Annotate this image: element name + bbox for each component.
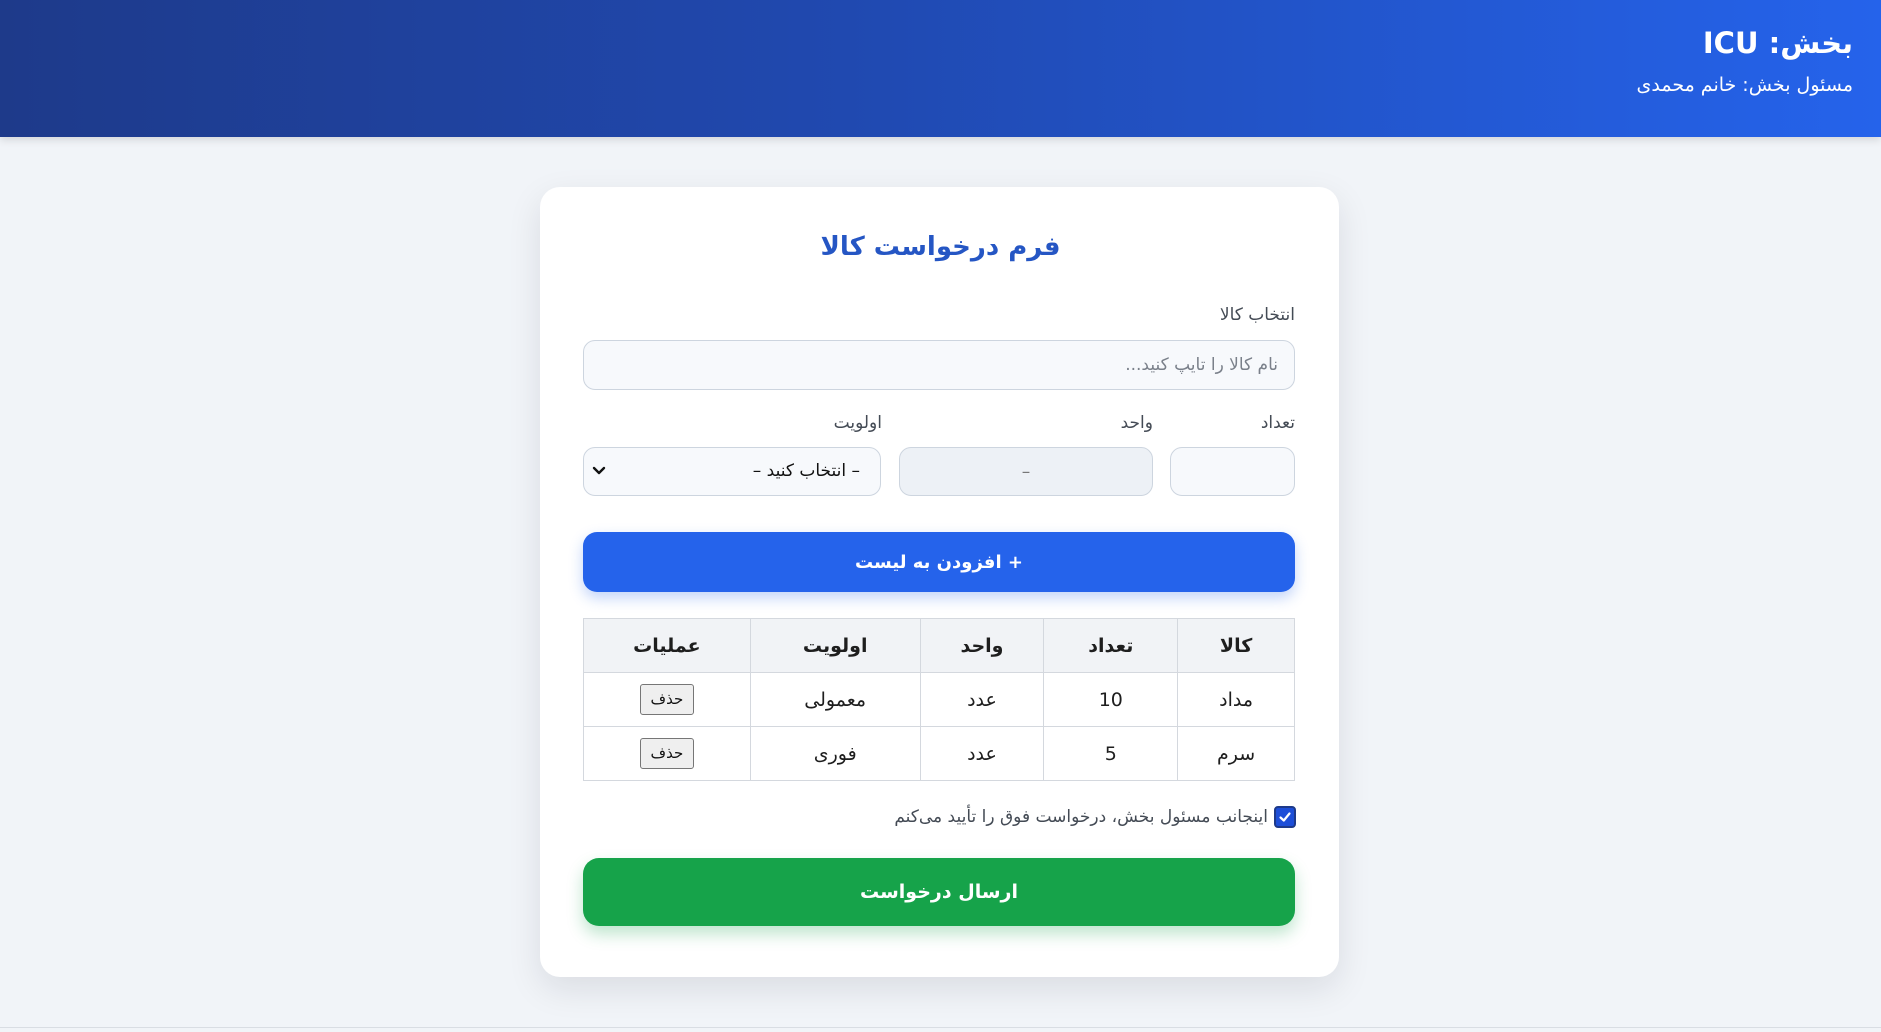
cell-actions: حذف bbox=[583, 672, 751, 727]
cell-priority: فوری bbox=[749, 726, 921, 781]
priority-selected-value: – انتخاب کنید – bbox=[752, 461, 860, 481]
cell-item: مداد bbox=[1177, 672, 1295, 727]
cell-item: سرم bbox=[1177, 726, 1295, 781]
department-manager: مسئول بخش: خانم محمدی bbox=[1636, 74, 1853, 96]
unit-label: واحد bbox=[1120, 413, 1153, 433]
check-icon bbox=[1279, 812, 1291, 822]
chevron-down-icon bbox=[592, 466, 606, 475]
submit-request-button[interactable]: ارسال درخواست bbox=[583, 858, 1295, 926]
priority-label: اولویت bbox=[833, 413, 882, 433]
header-item: کالا bbox=[1177, 618, 1295, 673]
quantity-input[interactable] bbox=[1170, 447, 1295, 496]
cell-quantity: 5 bbox=[1043, 726, 1179, 781]
table-header-row: کالا تعداد واحد اولویت عملیات bbox=[583, 618, 1295, 673]
delete-row-button[interactable]: حذف bbox=[639, 738, 694, 769]
requested-items-table: کالا تعداد واحد اولویت عملیات مداد 10 عد… bbox=[583, 618, 1295, 781]
table-row: سرم 5 عدد فوری حذف bbox=[583, 726, 1295, 781]
header-actions: عملیات bbox=[583, 618, 751, 673]
priority-select[interactable]: – انتخاب کنید – bbox=[583, 447, 881, 496]
unit-display: – bbox=[899, 447, 1153, 496]
confirm-label: اینجانب مسئول بخش، درخواست فوق را تأیید … bbox=[894, 807, 1268, 827]
cell-priority: معمولی bbox=[749, 672, 921, 727]
cell-quantity: 10 bbox=[1043, 672, 1179, 727]
cell-actions: حذف bbox=[583, 726, 751, 781]
department-title: بخش: ICU bbox=[1702, 26, 1853, 60]
cell-unit: عدد bbox=[919, 672, 1045, 727]
cell-unit: عدد bbox=[919, 726, 1045, 781]
table-row: مداد 10 عدد معمولی حذف bbox=[583, 672, 1295, 727]
page-divider bbox=[0, 1027, 1881, 1028]
confirm-checkbox[interactable] bbox=[1274, 806, 1296, 828]
item-label: انتخاب کالا bbox=[1219, 305, 1295, 325]
item-search-input[interactable] bbox=[583, 340, 1295, 390]
app-header: بخش: ICU مسئول بخش: خانم محمدی bbox=[0, 0, 1881, 137]
quantity-label: تعداد bbox=[1260, 413, 1295, 433]
form-title: فرم درخواست کالا bbox=[820, 232, 1061, 262]
delete-row-button[interactable]: حذف bbox=[639, 684, 694, 715]
header-priority: اولویت bbox=[749, 618, 921, 673]
add-to-list-button[interactable]: + افزودن به لیست bbox=[583, 532, 1295, 592]
confirm-row: اینجانب مسئول بخش، درخواست فوق را تأیید … bbox=[894, 806, 1296, 828]
header-unit: واحد bbox=[919, 618, 1045, 673]
header-quantity: تعداد bbox=[1043, 618, 1179, 673]
